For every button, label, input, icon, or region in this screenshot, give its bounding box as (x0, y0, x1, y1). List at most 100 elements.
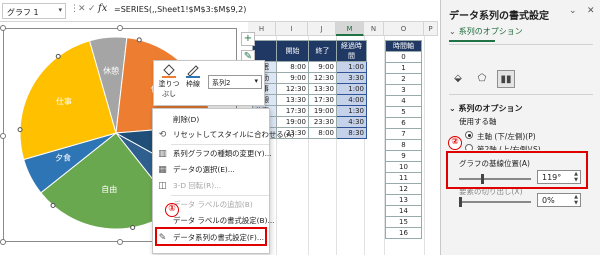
table-cell[interactable]: 3 (385, 84, 422, 96)
table-cell[interactable]: 9 (385, 150, 422, 162)
resize-handle[interactable] (117, 25, 123, 31)
menu-item-label: 削除(D) (173, 115, 200, 124)
explosion-slider[interactable] (459, 201, 531, 203)
pie-slice-label: 休憩 (103, 66, 119, 76)
table-cell[interactable]: 9:00 (308, 61, 337, 73)
resize-handle[interactable] (117, 239, 123, 245)
table-cell[interactable]: 12:30 (276, 83, 309, 95)
selection-point[interactable] (136, 37, 142, 43)
table-row: 仕事12:3013:301:00 (252, 83, 367, 95)
table-cell[interactable]: 16 (385, 227, 422, 239)
reset-icon: ⟲ (158, 130, 167, 140)
table-cell[interactable]: 15 (385, 216, 422, 228)
resize-handle[interactable] (0, 25, 6, 31)
column-header[interactable]: I (276, 22, 308, 36)
column-header[interactable]: M (336, 22, 364, 36)
formula-input[interactable]: =SERIES(,,Sheet1!$M$3:$M$9,2) (114, 5, 246, 14)
column-header[interactable]: P (424, 22, 438, 36)
enter-icon[interactable]: ✓ (88, 4, 96, 14)
table-cell[interactable]: 7 (385, 128, 422, 140)
selection-point[interactable] (50, 202, 56, 208)
menu-item-reset-style[interactable]: ⟲ リセットしてスタイルに合わせる(A) (153, 128, 295, 142)
menu-item-change-chart-type[interactable]: ▥ 系列グラフの種類の変更(Y)... (153, 147, 271, 161)
name-box[interactable]: グラフ 1 ▾ (2, 3, 66, 19)
table-cell[interactable]: 19:00 (276, 116, 309, 128)
table-cell[interactable]: 1:00 (336, 61, 367, 73)
table-cell[interactable]: 4:30 (336, 116, 367, 128)
menu-separator (171, 144, 269, 145)
use-axis-label: 使用する軸 (459, 117, 497, 126)
table-cell[interactable]: 13:30 (308, 83, 337, 95)
fill-button[interactable]: 塗りつぶし (158, 64, 180, 99)
table-cell[interactable]: 8:30 (336, 127, 367, 139)
outline-button[interactable]: 枠線 (182, 64, 204, 89)
table-cell[interactable]: 2 (385, 73, 422, 85)
table-row: 睡眠8:009:001:00 (252, 61, 367, 73)
table-cell[interactable]: 4:00 (336, 94, 367, 106)
selection-point[interactable] (17, 127, 23, 133)
function-icon[interactable]: fx (98, 3, 107, 14)
table-cell[interactable]: 8:00 (276, 61, 309, 73)
table-row: 2 (385, 73, 422, 85)
chevron-down-icon[interactable]: ▾ (58, 6, 62, 14)
primary-axis-radio[interactable] (465, 131, 473, 139)
table-header-cell[interactable]: 開始 (276, 40, 309, 62)
table-cell[interactable]: 3:30 (336, 72, 367, 84)
menu-item-delete[interactable]: 削除(D) (153, 113, 271, 127)
primary-axis-label: 主軸 (下/左側)(P) (477, 132, 536, 141)
close-icon[interactable]: ✕ (587, 6, 595, 16)
table-cell[interactable]: 10 (385, 161, 422, 173)
table-cell[interactable]: 12:30 (308, 72, 337, 84)
selection-point[interactable] (55, 53, 61, 59)
resize-handle[interactable] (0, 133, 6, 139)
table-cell[interactable]: 11 (385, 172, 422, 184)
menu-item-3d-rotation[interactable]: ◫ 3-D 回転(R)... (153, 179, 271, 193)
table-cell[interactable]: 0 (385, 51, 422, 63)
highlight-box (446, 151, 588, 189)
series-select[interactable]: 系列2 ▾ (208, 75, 262, 89)
table-cell[interactable]: 13 (385, 194, 422, 206)
menu-item-label: データ ラベルの書式設定(B)... (173, 216, 275, 225)
fill-line-tab-icon[interactable]: ⬙ (449, 70, 467, 88)
table-cell[interactable]: 8 (385, 139, 422, 151)
pane-options-icon[interactable]: ⌄ (569, 6, 577, 16)
column-header[interactable]: N (364, 22, 384, 36)
table-header-cell[interactable] (252, 40, 277, 62)
table-cell[interactable]: 12 (385, 183, 422, 195)
spinner-arrows-icon[interactable]: ▲ ▼ (574, 194, 578, 206)
table-cell[interactable]: 17:30 (276, 105, 309, 117)
effects-tab-icon[interactable]: ⬠ (473, 70, 491, 88)
table-cell[interactable]: 5 (385, 106, 422, 118)
table-cell[interactable]: 13:30 (276, 94, 309, 106)
column-header[interactable]: J (308, 22, 336, 36)
pie-slice-label: 仕事 (56, 96, 72, 106)
table-cell[interactable]: 19:00 (308, 105, 337, 117)
explosion-input[interactable]: 0% ▲ ▼ (537, 193, 581, 207)
table-header-cell[interactable]: 終了 (308, 40, 337, 62)
table-cell[interactable]: 8:00 (308, 127, 337, 139)
column-header[interactable]: O (384, 22, 424, 36)
table-cell[interactable]: 6 (385, 117, 422, 129)
series-options-tab[interactable]: ⌄ 系列のオプション (449, 26, 523, 37)
table-cell[interactable]: 4 (385, 95, 422, 107)
table-cell[interactable]: 1 (385, 62, 422, 74)
table-cell[interactable]: 14 (385, 205, 422, 217)
chart-elements-button[interactable]: + (241, 32, 255, 46)
table-header-cell[interactable]: 時間軸 (385, 40, 422, 52)
table-cell[interactable]: 1:00 (336, 83, 367, 95)
table-cell[interactable]: 9:00 (276, 72, 309, 84)
table-cell[interactable]: 1:30 (336, 105, 367, 117)
table-cell[interactable]: 23:30 (308, 116, 337, 128)
section-title[interactable]: ⌄ 系列のオプション (449, 103, 523, 114)
slider-thumb[interactable] (459, 197, 462, 207)
resize-handle[interactable] (0, 239, 6, 245)
selection-point[interactable] (130, 225, 136, 231)
table-header-cell[interactable]: 経過時間 (336, 40, 367, 62)
table-cell[interactable]: 17:30 (308, 94, 337, 106)
paint-bucket-icon (162, 64, 176, 78)
series-options-tab-icon[interactable]: ▮▮ (497, 70, 515, 88)
menu-item-label: 3-D 回転(R)... (173, 181, 222, 190)
menu-item-select-data[interactable]: ▦ データの選択(E)... (153, 163, 271, 177)
cancel-icon[interactable]: ✕ (78, 4, 86, 14)
chevron-down-icon: ⌄ (449, 27, 456, 36)
